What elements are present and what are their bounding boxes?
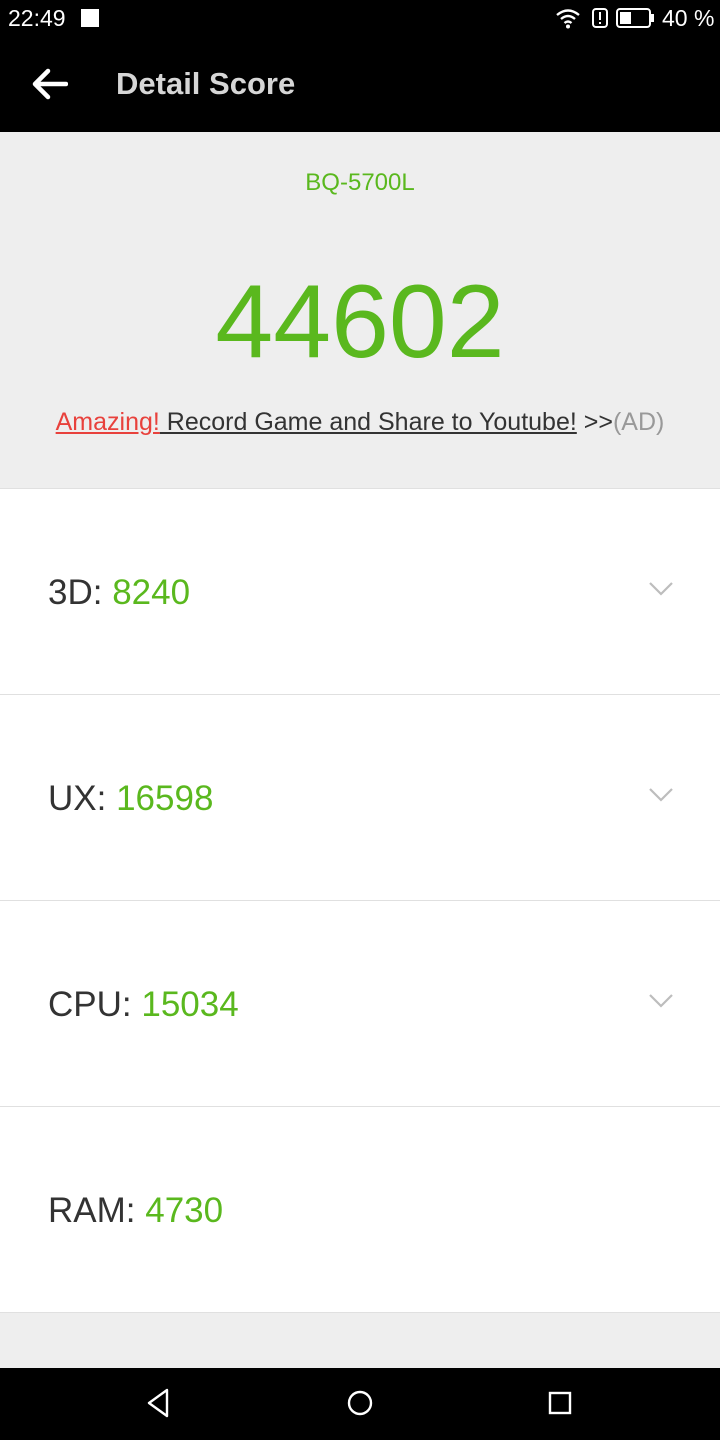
status-time: 22:49: [8, 5, 66, 31]
score-value: 16598: [116, 779, 214, 818]
ad-tag: (AD): [612, 408, 665, 436]
score-row-ux[interactable]: UX: 16598: [0, 694, 720, 900]
score-row-ram: RAM: 4730: [0, 1106, 720, 1313]
status-bar: 22:49 40 %: [0, 0, 720, 36]
chevron-down-icon[interactable]: [648, 993, 674, 1009]
battery-percent: 40 %: [662, 5, 715, 31]
score-list: 3D: 8240 UX: 16598 CPU: 15034 RAM: 4730: [0, 488, 720, 1313]
score-value: 15034: [141, 985, 239, 1024]
score-value: 4730: [145, 1191, 224, 1230]
device-name: BQ-5700L: [305, 169, 415, 196]
app-bar: Detail Score: [0, 36, 720, 132]
wifi-icon: [555, 7, 581, 34]
ad-text[interactable]: Record Game and Share to Youtube!: [160, 408, 577, 436]
nav-back-button[interactable]: [143, 1386, 173, 1420]
score-label: 3D:: [48, 573, 113, 612]
ad-banner-link[interactable]: Amazing! Record Game and Share to Youtub…: [0, 406, 720, 438]
ad-highlight[interactable]: Amazing!: [56, 408, 160, 436]
score-label: CPU:: [48, 985, 142, 1024]
back-arrow-icon: [32, 68, 68, 100]
notification-square-icon: [81, 9, 99, 27]
chevron-down-icon[interactable]: [648, 787, 674, 803]
score-row-text: CPU: 15034: [48, 985, 239, 1025]
score-row-text: RAM: 4730: [48, 1191, 223, 1231]
nav-recents-button[interactable]: [545, 1386, 575, 1420]
score-row-cpu[interactable]: CPU: 15034: [0, 900, 720, 1106]
ad-arrows: >>: [576, 408, 613, 436]
navigation-bar: [0, 1368, 720, 1440]
chevron-down-icon[interactable]: [648, 581, 674, 597]
score-value: 8240: [112, 573, 191, 612]
alert-icon: [592, 8, 608, 33]
back-button[interactable]: [20, 54, 80, 114]
score-row-text: UX: 16598: [48, 779, 213, 819]
score-row-3d[interactable]: 3D: 8240: [0, 488, 720, 694]
score-row-text: 3D: 8240: [48, 573, 190, 613]
nav-home-button[interactable]: [344, 1386, 376, 1420]
page-title: Detail Score: [116, 66, 296, 101]
score-label: RAM:: [48, 1191, 146, 1230]
total-score: 44602: [215, 264, 505, 380]
score-summary: BQ-5700L 44602 Amazing! Record Game and …: [0, 132, 720, 488]
battery-icon: [616, 8, 656, 33]
score-label: UX:: [48, 779, 117, 818]
